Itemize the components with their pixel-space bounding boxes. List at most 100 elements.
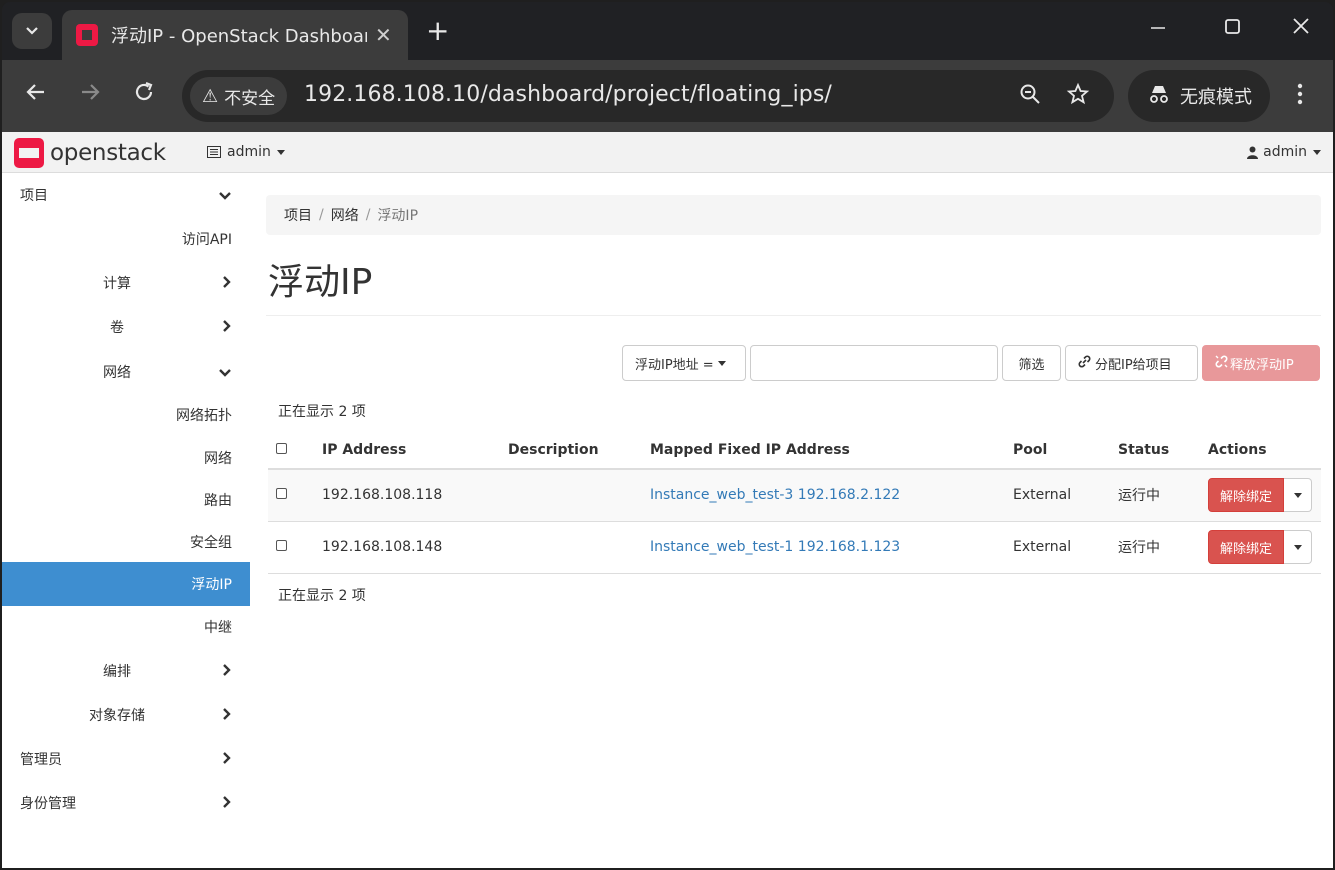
row-actions-dropdown[interactable] [1284, 530, 1313, 564]
bookmark-star-icon[interactable] [1066, 82, 1090, 112]
url-text[interactable]: 192.168.108.10/dashboard/project/floatin… [304, 82, 832, 107]
project-menu[interactable]: admin [207, 144, 285, 160]
breadcrumb-item[interactable]: 项目 [284, 205, 312, 225]
sidebar-item-security-groups[interactable]: 安全组 [2, 520, 250, 564]
caret-down-icon [717, 360, 726, 366]
row-checkbox[interactable] [276, 540, 287, 551]
select-all-checkbox[interactable] [276, 442, 287, 454]
chevron-right-icon [222, 706, 232, 725]
caret-down-icon [1293, 544, 1302, 550]
chevron-right-icon [222, 750, 232, 769]
chevron-right-icon [222, 274, 232, 293]
incognito-icon [1148, 84, 1170, 109]
sidebar-item-network-topology[interactable]: 网络拓扑 [2, 393, 250, 437]
cell-pool: External [1005, 469, 1110, 522]
minimize-button[interactable] [1150, 16, 1166, 41]
link-icon [1078, 355, 1091, 372]
tab-bar: 浮动IP - OpenStack Dashboard ✕ + [2, 2, 1333, 60]
sidebar-item-network[interactable]: 网络 [2, 350, 250, 394]
top-navbar: openstack admin admin [2, 132, 1333, 173]
breadcrumb-item[interactable]: 网络 [331, 205, 359, 225]
close-icon [1293, 18, 1309, 34]
filter-button[interactable]: 筛选 [1002, 345, 1061, 381]
page-title: 浮动IP [268, 262, 373, 303]
arrow-left-icon [26, 84, 44, 100]
maximize-button[interactable] [1224, 16, 1242, 41]
chevron-right-icon [222, 794, 232, 813]
row-checkbox[interactable] [276, 488, 287, 500]
column-status[interactable]: Status [1110, 431, 1200, 470]
minimize-icon [1151, 27, 1165, 29]
chevron-down-icon [218, 363, 232, 382]
cell-ip: 192.168.108.148 [314, 521, 500, 574]
mapped-instance-link[interactable]: Instance_web_test-3 192.168.2.122 [650, 487, 900, 503]
window-close-button[interactable] [1292, 16, 1310, 41]
user-menu[interactable]: admin [1247, 144, 1321, 160]
new-tab-button[interactable]: + [426, 16, 449, 46]
openstack-logo[interactable]: openstack [14, 138, 166, 168]
disassociate-button[interactable]: 解除绑定 [1208, 478, 1285, 513]
sidebar-item-floating-ips[interactable]: 浮动IP [2, 562, 250, 606]
column-description[interactable]: Description [500, 431, 642, 470]
disassociate-button[interactable]: 解除绑定 [1208, 530, 1285, 564]
security-chip[interactable]: ⚠ 不安全 [190, 77, 288, 115]
column-pool[interactable]: Pool [1005, 431, 1110, 470]
floating-ip-table: IP Address Description Mapped Fixed IP A… [268, 431, 1321, 574]
sidebar-item-compute[interactable]: 计算 [2, 261, 250, 305]
browser-toolbar: ⚠ 不安全 192.168.108.10/dashboard/project/f… [2, 60, 1333, 132]
chevron-right-icon [222, 662, 232, 681]
sidebar-item-admin[interactable]: 管理员 [2, 737, 250, 781]
tab-title: 浮动IP - OpenStack Dashboard [111, 26, 367, 47]
browser-tab[interactable]: 浮动IP - OpenStack Dashboard ✕ [62, 10, 408, 60]
security-label: 不安全 [224, 88, 276, 109]
back-button[interactable] [24, 80, 48, 111]
reload-button[interactable] [132, 80, 156, 111]
filter-field-select[interactable]: 浮动IP地址 = [622, 345, 746, 381]
incognito-indicator[interactable]: 无痕模式 [1128, 70, 1270, 122]
breadcrumb: 项目 / 网络 / 浮动IP [266, 195, 1321, 235]
table-header-row: IP Address Description Mapped Fixed IP A… [268, 431, 1321, 470]
tab-search-button[interactable] [12, 13, 52, 49]
tab-close-icon[interactable]: ✕ [375, 23, 392, 47]
caret-down-icon [276, 149, 285, 155]
table-row: 192.168.108.148 Instance_web_test-1 192.… [268, 521, 1321, 574]
user-menu-label: admin [1263, 144, 1307, 160]
project-list-icon [207, 146, 221, 158]
sidebar-item-project[interactable]: 项目 [2, 173, 250, 217]
logo-text: openstack [50, 140, 166, 166]
cell-description [500, 521, 642, 574]
maximize-icon [1225, 19, 1240, 34]
sidebar-item-identity[interactable]: 身份管理 [2, 781, 250, 825]
zoom-icon[interactable] [1018, 82, 1042, 112]
table-row: 192.168.108.118 Instance_web_test-3 192.… [268, 469, 1321, 522]
sidebar-item-orchestration[interactable]: 编排 [2, 649, 250, 693]
address-bar[interactable]: ⚠ 不安全 192.168.108.10/dashboard/project/f… [182, 70, 1114, 122]
cell-status: 运行中 [1110, 469, 1200, 522]
user-icon [1247, 146, 1259, 159]
openstack-favicon-icon [76, 24, 98, 46]
column-mapped-fixed-ip[interactable]: Mapped Fixed IP Address [642, 431, 1005, 470]
release-ip-button[interactable]: 释放浮动IP [1202, 345, 1320, 381]
sidebar-item-routers[interactable]: 路由 [2, 478, 250, 522]
mapped-instance-link[interactable]: Instance_web_test-1 192.168.1.123 [650, 539, 900, 555]
unlink-icon [1215, 355, 1228, 372]
more-vert-icon [1297, 83, 1303, 105]
reload-icon [135, 81, 153, 101]
row-actions-dropdown[interactable] [1284, 478, 1313, 513]
sidebar-item-object-store[interactable]: 对象存储 [2, 693, 250, 737]
cell-pool: External [1005, 521, 1110, 574]
allocate-ip-button[interactable]: 分配IP给项目 [1065, 345, 1198, 381]
column-actions: Actions [1200, 431, 1321, 470]
column-ip-address[interactable]: IP Address [314, 431, 500, 470]
sidebar-item-trunks[interactable]: 中继 [2, 605, 250, 649]
warning-icon: ⚠ [202, 85, 219, 107]
sidebar-item-volumes[interactable]: 卷 [2, 305, 250, 349]
sidebar-item-access-api[interactable]: 访问API [2, 217, 250, 261]
filter-input[interactable] [750, 345, 998, 381]
cell-ip: 192.168.108.118 [314, 469, 500, 522]
browser-menu-button[interactable] [1296, 82, 1304, 112]
page-content: openstack admin admin 项目 访问API 计算 卷 网络 网… [2, 132, 1333, 868]
chevron-down-icon [218, 186, 232, 205]
forward-button[interactable] [78, 80, 102, 111]
sidebar-item-networks[interactable]: 网络 [2, 436, 250, 480]
